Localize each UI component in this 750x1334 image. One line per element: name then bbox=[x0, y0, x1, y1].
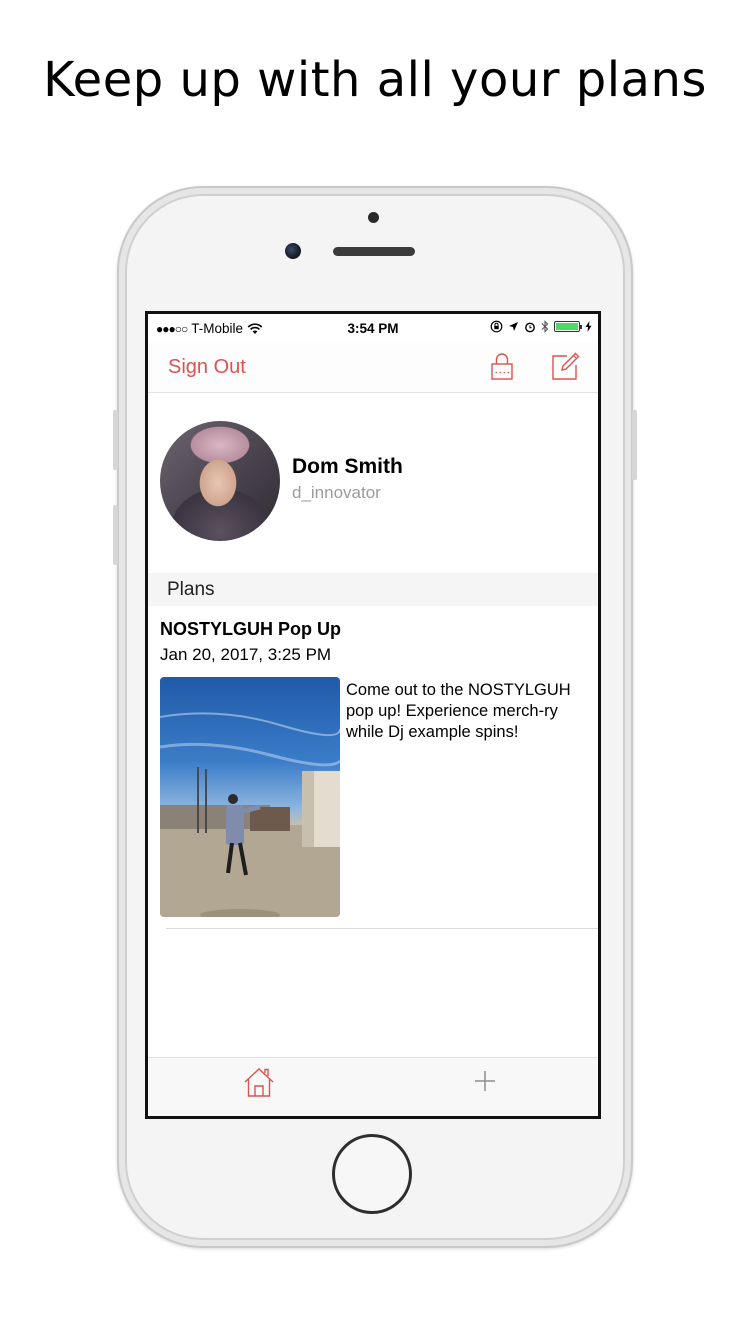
profile-header: Dom Smith d_innovator bbox=[148, 393, 598, 573]
plan-list-item[interactable]: NOSTYLGUH Pop Up Jan 20, 2017, 3:25 PM C… bbox=[148, 606, 598, 928]
bluetooth-icon bbox=[541, 320, 549, 333]
tab-bar bbox=[148, 1057, 598, 1116]
sign-out-button[interactable]: Sign Out bbox=[168, 356, 246, 379]
plan-photo-scene bbox=[160, 712, 340, 917]
section-title: Plans bbox=[167, 579, 215, 600]
rotation-lock-icon bbox=[490, 320, 503, 333]
headline: Keep up with all your plans bbox=[43, 52, 707, 108]
profile-name: Dom Smith bbox=[292, 455, 403, 478]
app-screen: ●●●○○ T-Mobile 3:54 PM Sign Out Dom Smit… bbox=[145, 311, 601, 1119]
plans-section-header: Plans bbox=[148, 573, 598, 606]
plan-title: NOSTYLGUH Pop Up bbox=[160, 619, 341, 639]
location-icon bbox=[509, 322, 518, 331]
plus-icon[interactable] bbox=[472, 1068, 498, 1094]
charging-icon bbox=[585, 321, 592, 332]
home-icon[interactable] bbox=[243, 1066, 275, 1098]
phone-side-button bbox=[113, 505, 118, 565]
battery-icon bbox=[554, 321, 582, 332]
plan-image bbox=[160, 677, 340, 917]
lock-icon[interactable] bbox=[490, 351, 514, 381]
alarm-icon bbox=[525, 322, 535, 332]
avatar[interactable] bbox=[160, 421, 280, 541]
nav-bar: Sign Out bbox=[148, 342, 598, 393]
list-divider bbox=[166, 928, 598, 929]
profile-handle: d_innovator bbox=[292, 483, 381, 502]
compose-icon[interactable] bbox=[550, 351, 580, 381]
status-right bbox=[490, 320, 592, 333]
status-bar: ●●●○○ T-Mobile 3:54 PM bbox=[148, 314, 598, 342]
phone-sensor bbox=[368, 212, 379, 223]
phone-home-button[interactable] bbox=[332, 1134, 412, 1214]
plan-date: Jan 20, 2017, 3:25 PM bbox=[160, 645, 332, 664]
plan-description: Come out to the NOSTYLGUH pop up! Experi… bbox=[346, 681, 571, 741]
phone-side-button bbox=[113, 410, 118, 470]
front-camera bbox=[285, 243, 301, 259]
earpiece-speaker bbox=[333, 247, 415, 256]
phone-side-button bbox=[632, 410, 637, 480]
